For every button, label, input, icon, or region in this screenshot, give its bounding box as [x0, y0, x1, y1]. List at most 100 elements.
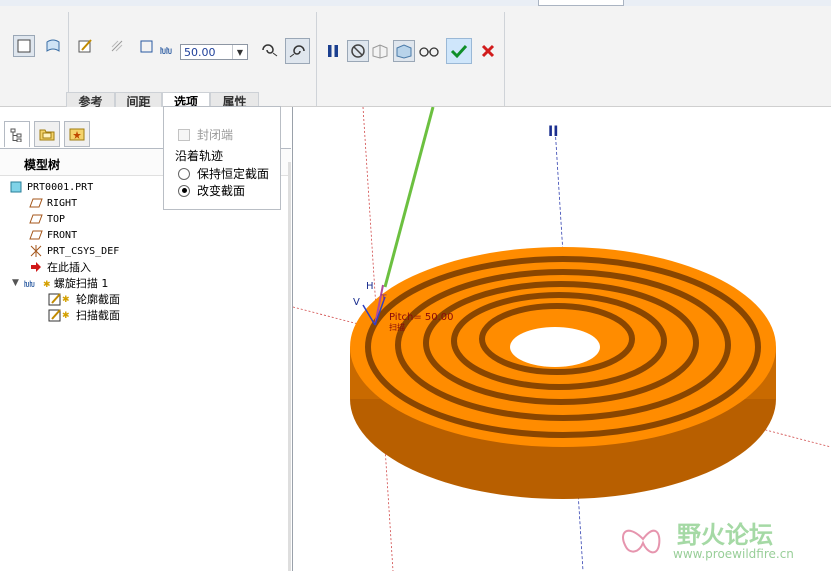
tree-item-part[interactable]: PRT0001.PRT [9, 179, 93, 195]
along-trajectory-label: 沿着轨迹 [175, 149, 224, 163]
tab-model-tree[interactable] [4, 121, 30, 147]
svg-text:✱: ✱ [62, 295, 70, 305]
verify-mode-button[interactable] [418, 40, 440, 62]
cancel-button[interactable] [477, 40, 499, 62]
attached-preview-icon [372, 44, 388, 59]
solid-button[interactable] [13, 35, 35, 57]
surface-icon [46, 39, 60, 52]
attached-preview-button[interactable] [369, 40, 391, 62]
tree-item-insert-here[interactable]: 在此插入 [29, 259, 91, 275]
pitch-value: 50.00 [184, 46, 216, 59]
remove-material-button[interactable] [106, 35, 128, 57]
left-handed-button[interactable] [258, 39, 280, 61]
tree-item-profile-section[interactable]: ✱ 轮廓截面 [48, 291, 120, 307]
no-preview-icon [351, 44, 365, 58]
along-trajectory-heading: 沿着轨迹 [175, 147, 223, 164]
favorites-icon [69, 128, 85, 141]
radio-selected-icon [178, 184, 190, 197]
graphics-viewport[interactable]: II H V T Pitch= 50.00 扫描 野火论坛 www.proewi… [293, 107, 831, 571]
close-icon [481, 44, 495, 58]
axis-t-label: T [380, 294, 387, 304]
tree-item-label: 在此插入 [47, 261, 91, 274]
tree-item-label: TOP [47, 213, 66, 225]
model-tree-title: 模型树 [24, 158, 61, 172]
tree-item-csys[interactable]: PRT_CSYS_DEF [29, 243, 119, 259]
datum-plane-icon [29, 213, 43, 225]
tab-folder-browser[interactable] [34, 121, 60, 147]
tree-item-label: FRONT [47, 229, 78, 241]
tab-favorites[interactable] [64, 121, 90, 147]
sketch-icon: ✱ [48, 309, 72, 322]
sketch-icon: ✱ [48, 293, 72, 306]
vertical-scrollbar[interactable] [288, 162, 291, 571]
csys-icon [29, 245, 43, 257]
tree-item-label: PRT0001.PRT [27, 181, 94, 193]
chevron-down-icon[interactable]: ▼ [232, 45, 247, 59]
pause-button[interactable] [322, 40, 344, 62]
watermark-url: www.proewildfire.cn [673, 547, 794, 561]
insert-arrow-icon [29, 261, 43, 273]
tree-item-right[interactable]: RIGHT [29, 195, 77, 211]
tree-item-top[interactable]: TOP [29, 211, 65, 227]
tree-item-label: PRT_CSYS_DEF [47, 245, 120, 257]
axis-v-label: V [353, 297, 360, 308]
tree-item-label: RIGHT [47, 197, 78, 209]
model-canvas: II H V T Pitch= 50.00 扫描 [293, 107, 831, 571]
glasses-icon [419, 47, 439, 57]
part-icon [9, 181, 23, 193]
tree-item-label: 螺旋扫描 1 [53, 277, 109, 290]
remove-material-icon [111, 40, 123, 52]
watermark-title: 野火论坛 [677, 521, 773, 549]
left-hand-helix-icon [262, 44, 278, 57]
separator [316, 12, 317, 106]
vary-section-radio[interactable]: 改变截面 [178, 182, 245, 199]
right-hand-helix-icon [289, 45, 305, 58]
datum-plane-icon [29, 229, 43, 241]
model-tree-icon [10, 128, 22, 142]
right-handed-button[interactable] [285, 38, 310, 64]
surface-button[interactable] [42, 35, 64, 57]
tree-item-front[interactable]: FRONT [29, 227, 77, 243]
solid-icon [17, 39, 31, 53]
tree-item-helical-sweep[interactable]: ▼ ԽԽ ✱ 螺旋扫描 1 [12, 275, 108, 291]
separator [504, 12, 505, 106]
sketch-icon [78, 39, 92, 53]
axis-h-label: H [366, 281, 374, 292]
tree-item-sweep-section[interactable]: ✱ 扫描截面 [48, 307, 120, 323]
geometry-preview-button[interactable] [393, 40, 415, 62]
pitch-icon: ԽԽ [160, 46, 173, 57]
helical-sweep-icon: ԽԽ ✱ [24, 277, 50, 289]
folder-icon [39, 129, 55, 141]
geometry-preview-icon [396, 44, 412, 59]
closed-ends-checkbox[interactable]: 封闭端 [178, 126, 233, 143]
trajectory-line [383, 107, 435, 288]
keep-constant-section-label: 保持恒定截面 [197, 167, 270, 181]
checkmark-icon [450, 44, 468, 59]
keep-constant-section-radio[interactable]: 保持恒定截面 [178, 165, 269, 182]
vary-section-label: 改变截面 [197, 184, 246, 198]
pitch-annotation[interactable]: Pitch= 50.00 [389, 312, 454, 323]
options-panel: 封闭端 沿着轨迹 保持恒定截面 改变截面 [163, 106, 281, 210]
thicken-icon [140, 40, 153, 53]
closed-ends-label: 封闭端 [197, 128, 234, 142]
svg-text:✱: ✱ [43, 280, 50, 289]
radio-icon [178, 167, 190, 180]
watermark-logo: 野火论坛 www.proewildfire.cn [615, 513, 825, 565]
chevron-down-icon[interactable]: ▼ [12, 278, 19, 288]
sketch-section-button[interactable] [74, 35, 96, 57]
datum-plane-icon [29, 197, 43, 209]
no-preview-button[interactable] [347, 40, 369, 62]
svg-text:ԽԽ: ԽԽ [24, 280, 35, 289]
dashboard-ribbon: ԽԽ 50.00 ▼ 参考 间距 选项 属性 [0, 6, 831, 113]
top-marker: II [548, 124, 558, 140]
pitch-value-input[interactable]: 50.00 ▼ [180, 44, 248, 60]
section-label: 扫描 [389, 322, 405, 332]
spiral-center-hole [510, 327, 600, 367]
tree-item-label: 轮廓截面 [76, 293, 120, 306]
svg-text:✱: ✱ [62, 311, 70, 321]
checkbox-icon [178, 128, 190, 141]
tree-item-label: 扫描截面 [76, 309, 120, 322]
ok-button[interactable] [446, 38, 472, 64]
pause-icon [328, 45, 338, 57]
thicken-button[interactable] [135, 35, 157, 57]
